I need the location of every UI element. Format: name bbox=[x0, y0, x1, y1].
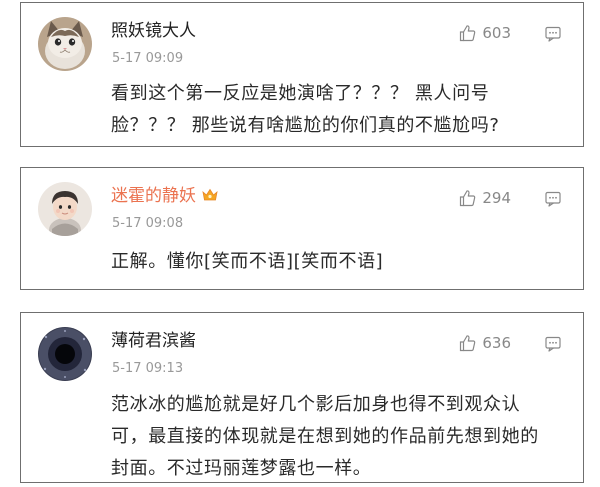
more-options-button[interactable] bbox=[545, 26, 561, 42]
like-button[interactable]: 636 bbox=[459, 333, 511, 353]
chat-bubble-icon bbox=[545, 191, 561, 207]
like-count: 603 bbox=[482, 24, 511, 42]
username[interactable]: 薄荷君滨酱 bbox=[111, 331, 196, 351]
dark-circle-avatar[interactable] bbox=[38, 327, 92, 381]
like-count: 636 bbox=[482, 334, 511, 352]
comment-time: 5-17 09:09 bbox=[112, 51, 184, 66]
more-options-button[interactable] bbox=[545, 191, 561, 207]
baby-avatar-image bbox=[38, 182, 92, 236]
comment-card: 照妖镜大人 5-17 09:09 603 看到这个第一反应是她演啥了？？？ 黑人… bbox=[20, 2, 584, 147]
comment-text: 看到这个第一反应是她演啥了？？？ 黑人问号脸？？？ 那些说有啥尴尬的你们真的不尴… bbox=[111, 83, 500, 136]
like-button[interactable]: 603 bbox=[459, 23, 511, 43]
chat-bubble-icon bbox=[545, 336, 561, 352]
thumbs-up-icon bbox=[460, 25, 476, 42]
comment-list: 照妖镜大人 5-17 09:09 603 看到这个第一反应是她演啥了？？？ 黑人… bbox=[0, 0, 600, 487]
chat-bubble-icon bbox=[545, 26, 561, 42]
comment-card: 薄荷君滨酱 5-17 09:13 636 范冰冰的尴尬就是好几个影后加身也得不到… bbox=[20, 312, 584, 483]
username[interactable]: 迷霍的静妖 bbox=[111, 186, 219, 206]
dark-circle-avatar-image bbox=[38, 327, 92, 381]
vip-crown-icon bbox=[202, 188, 218, 201]
username[interactable]: 照妖镜大人 bbox=[111, 21, 196, 41]
more-options-button[interactable] bbox=[545, 336, 561, 352]
like-count: 294 bbox=[482, 189, 511, 207]
comment-text: 范冰冰的尴尬就是好几个影后加身也得不到观众认可，最直接的体现就是在想到她的作品前… bbox=[111, 394, 539, 479]
comment-time: 5-17 09:08 bbox=[112, 216, 184, 231]
comment-text: 正解。懂你[笑而不语][笑而不语] bbox=[111, 251, 384, 272]
thumbs-up-icon bbox=[460, 190, 476, 207]
like-button[interactable]: 294 bbox=[459, 188, 511, 208]
baby-avatar[interactable] bbox=[38, 182, 92, 236]
cat-avatar-image bbox=[38, 17, 92, 71]
comment-card: 迷霍的静妖 5-17 09:08 294 正解。懂你[笑而不语][笑而不语] bbox=[20, 167, 584, 290]
comment-time: 5-17 09:13 bbox=[112, 361, 184, 376]
thumbs-up-icon bbox=[460, 335, 476, 352]
username-text: 迷霍的静妖 bbox=[111, 186, 196, 206]
cat-avatar[interactable] bbox=[38, 17, 92, 71]
